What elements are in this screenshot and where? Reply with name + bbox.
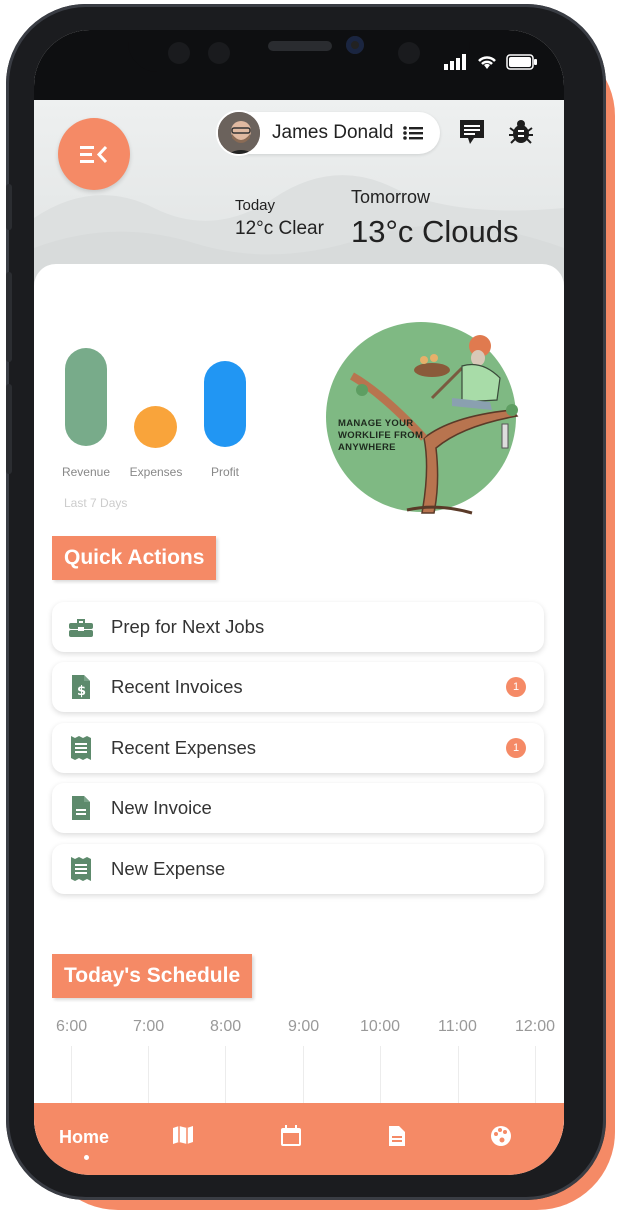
bug-report-icon[interactable]: [508, 118, 534, 146]
quick-action-label: New Expense: [111, 858, 226, 879]
notification-badge: 1: [506, 738, 526, 758]
main-content: Revenue Expenses Profit Last 7 Days MANA…: [34, 264, 564, 1144]
profit-label: Profit: [210, 465, 239, 479]
profit-indicator: [204, 361, 246, 447]
expenses-indicator: [134, 406, 177, 448]
bottom-nav: Home: [34, 1103, 564, 1175]
time-slot-label: 11:00: [438, 1018, 477, 1035]
signal-icon: [444, 54, 466, 70]
time-slot-label: 8:00: [210, 1018, 242, 1035]
list-icon: [403, 126, 424, 140]
quick-action-recent-invoices[interactable]: $ Recent Invoices 1: [52, 662, 544, 712]
sensor-dot: [208, 42, 230, 64]
quick-action-label: Recent Expenses: [111, 737, 257, 758]
weather-today-label: Today: [235, 197, 276, 214]
revenue-label: Revenue: [61, 465, 111, 479]
phone-volume-down: [6, 384, 12, 474]
user-profile-pill[interactable]: James Donald: [216, 110, 440, 156]
menu-button[interactable]: [58, 118, 130, 190]
receipt-icon: [68, 734, 94, 762]
notch: [128, 30, 470, 72]
schedule-timeline[interactable]: 6:00 7:00 8:00 9:00 10:00 11:00 12:00: [34, 1018, 564, 1112]
weather-today-value: 12°c Clear: [235, 218, 324, 239]
invoice-dollar-icon: $: [68, 673, 94, 701]
battery-icon: [506, 54, 537, 70]
avatar-portrait: [218, 112, 260, 154]
weather-tomorrow-label: Tomorrow: [351, 187, 431, 207]
user-name: James Donald: [272, 122, 394, 143]
weather-tomorrow-value: 13°c Clouds: [351, 214, 519, 249]
tree-worker-illustration: [349, 335, 519, 515]
receipt-icon: [68, 855, 94, 883]
status-icons: [444, 54, 538, 70]
notification-badge: 1: [506, 677, 526, 697]
nav-home[interactable]: Home: [59, 1127, 109, 1148]
chat-message-icon[interactable]: [458, 118, 486, 146]
app-screen: James Donald Today 12°c Clear Tomorrow 1…: [34, 30, 564, 1175]
phone-volume-up: [6, 272, 12, 362]
calendar-icon[interactable]: [280, 1125, 302, 1147]
sensor-dot: [168, 42, 190, 64]
nav-active-indicator: [84, 1155, 89, 1160]
phone-side-button: [6, 184, 12, 230]
speaker-grill: [268, 41, 332, 51]
promo-text: MANAGE YOUR WORKLIFE FROM ANYWHERE: [338, 418, 424, 453]
map-icon[interactable]: [172, 1125, 194, 1145]
front-camera: [346, 36, 364, 54]
time-slot-label: 9:00: [288, 1018, 320, 1035]
avatar: [216, 110, 262, 156]
time-slot-label: 6:00: [56, 1018, 88, 1035]
document-icon: [68, 794, 94, 822]
quick-action-recent-expenses[interactable]: Recent Expenses 1: [52, 723, 544, 773]
promo-illustration: MANAGE YOUR WORKLIFE FROM ANYWHERE: [326, 322, 519, 515]
todays-schedule-title: Today's Schedule: [52, 954, 253, 998]
quick-action-prep-jobs[interactable]: Prep for Next Jobs: [52, 602, 544, 652]
palette-icon[interactable]: [490, 1125, 512, 1147]
svg-text:$: $: [77, 684, 86, 699]
quick-action-label: New Invoice: [111, 797, 212, 818]
time-slot-label: 7:00: [133, 1018, 165, 1035]
wifi-icon: [478, 56, 496, 69]
file-icon[interactable]: [388, 1125, 406, 1147]
quick-action-label: Prep for Next Jobs: [111, 616, 265, 637]
revenue-indicator: [65, 348, 107, 446]
time-slot-label: 12:00: [515, 1018, 556, 1035]
quick-actions-title: Quick Actions: [52, 536, 217, 580]
quick-action-new-expense[interactable]: New Expense: [52, 844, 544, 894]
quick-action-label: Recent Invoices: [111, 676, 243, 697]
period-label: Last 7 Days: [64, 496, 128, 510]
time-slot-label: 10:00: [360, 1018, 401, 1035]
sensor-dot: [398, 42, 420, 64]
menu-collapse-icon: [80, 145, 108, 164]
quick-action-new-invoice[interactable]: New Invoice: [52, 783, 544, 833]
toolbox-icon: [68, 613, 94, 641]
expenses-label: Expenses: [129, 465, 183, 479]
